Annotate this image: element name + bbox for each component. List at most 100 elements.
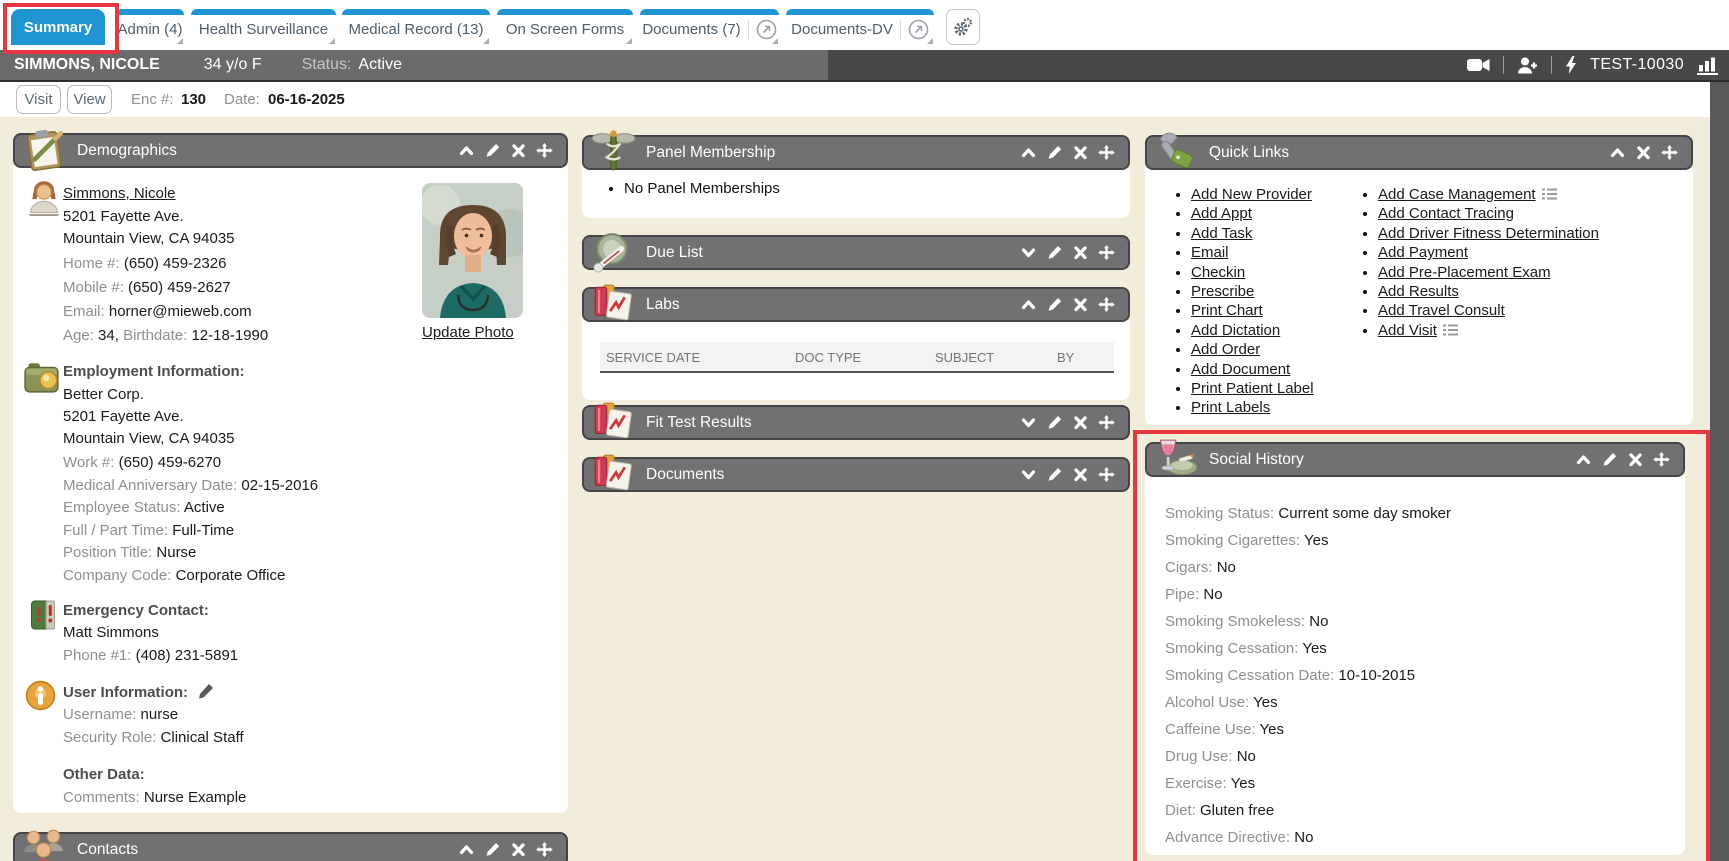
edit-icon[interactable] bbox=[1601, 452, 1618, 467]
social-history-header[interactable]: Social History bbox=[1145, 442, 1685, 477]
list-menu-icon[interactable] bbox=[1442, 323, 1459, 337]
quick-link-item[interactable]: Add Appt bbox=[1191, 204, 1376, 223]
patient-summary-strip: SIMMONS, NICOLE 34 y/o F Status: Active bbox=[0, 50, 828, 80]
video-camera-icon[interactable] bbox=[1467, 58, 1490, 72]
close-icon[interactable] bbox=[510, 143, 527, 158]
tab-medical-record[interactable]: Medical Record (13) bbox=[342, 9, 490, 45]
quick-link-item[interactable]: Print Labels bbox=[1191, 398, 1376, 417]
tab-on-screen-forms[interactable]: On Screen Forms bbox=[497, 9, 633, 45]
quick-link-item[interactable]: Add Pre-Placement Exam bbox=[1378, 263, 1698, 282]
labs-header[interactable]: Labs bbox=[582, 287, 1130, 322]
expand-icon[interactable] bbox=[1020, 415, 1037, 430]
tab-menu-notch bbox=[772, 38, 778, 44]
edit-icon[interactable] bbox=[484, 143, 501, 158]
quick-links-body: Add New Provider Add Appt Add Task Email… bbox=[1145, 168, 1693, 425]
quick-link-item[interactable]: Add Payment bbox=[1378, 243, 1698, 262]
quick-link-item[interactable]: Email bbox=[1191, 243, 1376, 262]
quick-links-header[interactable]: Quick Links bbox=[1145, 135, 1693, 170]
list-menu-icon[interactable] bbox=[1541, 187, 1558, 201]
move-icon[interactable] bbox=[1653, 452, 1670, 467]
security-role-value: Clinical Staff bbox=[161, 729, 244, 746]
collapsed-side-strip[interactable] bbox=[1710, 82, 1729, 861]
quick-link-item[interactable]: Add Travel Consult bbox=[1378, 301, 1698, 320]
close-icon[interactable] bbox=[1627, 452, 1644, 467]
company-code-value: Corporate Office bbox=[176, 567, 286, 584]
edit-icon[interactable] bbox=[484, 842, 501, 857]
bar-chart-icon[interactable] bbox=[1697, 56, 1720, 75]
edit-icon[interactable] bbox=[1046, 467, 1063, 482]
labs-title: Labs bbox=[646, 296, 680, 314]
separator bbox=[1503, 56, 1504, 74]
view-button[interactable]: View bbox=[67, 85, 112, 114]
edit-icon[interactable] bbox=[1046, 415, 1063, 430]
lightning-icon[interactable] bbox=[1565, 56, 1577, 74]
quick-link-item[interactable]: Add Results bbox=[1378, 282, 1698, 301]
external-link-icon[interactable] bbox=[908, 19, 929, 40]
collapse-icon[interactable] bbox=[1020, 145, 1037, 160]
move-icon[interactable] bbox=[536, 143, 553, 158]
quick-link-item[interactable]: Add Driver Fitness Determination bbox=[1378, 224, 1698, 243]
update-photo-link[interactable]: Update Photo bbox=[422, 324, 514, 341]
quick-link-item[interactable]: Add Document bbox=[1191, 360, 1376, 379]
patient-id: TEST-10030 bbox=[1590, 56, 1684, 74]
visit-button[interactable]: Visit bbox=[16, 85, 61, 114]
close-icon[interactable] bbox=[1072, 467, 1089, 482]
external-link-icon[interactable] bbox=[756, 19, 777, 40]
tab-admin[interactable]: Admin (4) bbox=[116, 9, 184, 45]
close-icon[interactable] bbox=[510, 842, 527, 857]
quick-link-item[interactable]: Add Order bbox=[1191, 340, 1376, 359]
edit-icon[interactable] bbox=[1046, 145, 1063, 160]
quick-link-item[interactable]: Add New Provider bbox=[1191, 185, 1376, 204]
collapse-icon[interactable] bbox=[1609, 145, 1626, 160]
quick-link-item[interactable]: Add Dictation bbox=[1191, 321, 1376, 340]
close-icon[interactable] bbox=[1072, 297, 1089, 312]
close-icon[interactable] bbox=[1635, 145, 1652, 160]
tab-summary[interactable]: Summary bbox=[11, 9, 105, 45]
tab-settings-button[interactable] bbox=[946, 9, 980, 45]
demographics-panel-header[interactable]: Demographics bbox=[13, 133, 568, 168]
expand-icon[interactable] bbox=[1020, 467, 1037, 482]
quick-link-item[interactable]: Checkin bbox=[1191, 263, 1376, 282]
move-icon[interactable] bbox=[1098, 415, 1115, 430]
collapse-icon[interactable] bbox=[1575, 452, 1592, 467]
quick-link-item[interactable]: Add Case Management bbox=[1378, 185, 1698, 204]
add-user-icon[interactable] bbox=[1517, 57, 1538, 74]
move-icon[interactable] bbox=[1098, 245, 1115, 260]
move-icon[interactable] bbox=[1098, 297, 1115, 312]
close-icon[interactable] bbox=[1072, 245, 1089, 260]
quick-link-item[interactable]: Add Task bbox=[1191, 224, 1376, 243]
collapse-icon[interactable] bbox=[458, 842, 475, 857]
close-icon[interactable] bbox=[1072, 145, 1089, 160]
move-icon[interactable] bbox=[536, 842, 553, 857]
quick-link-item[interactable]: Print Chart bbox=[1191, 301, 1376, 320]
tab-documents-dv[interactable]: Documents-DV bbox=[786, 9, 934, 45]
quick-link-item[interactable]: Add Visit bbox=[1378, 321, 1698, 340]
close-icon[interactable] bbox=[1072, 415, 1089, 430]
move-icon[interactable] bbox=[1661, 145, 1678, 160]
fit-test-results-header[interactable]: Fit Test Results bbox=[582, 405, 1130, 440]
quick-link-item[interactable]: Prescribe bbox=[1191, 282, 1376, 301]
birthdate-value: 12-18-1990 bbox=[191, 327, 268, 344]
collapse-icon[interactable] bbox=[458, 143, 475, 158]
patient-photo[interactable] bbox=[422, 183, 523, 318]
move-icon[interactable] bbox=[1098, 145, 1115, 160]
edit-icon[interactable] bbox=[1046, 297, 1063, 312]
patient-name-link[interactable]: Simmons, Nicole bbox=[63, 185, 176, 202]
expand-icon[interactable] bbox=[1020, 245, 1037, 260]
contacts-panel-header[interactable]: Contacts bbox=[13, 832, 568, 861]
collapse-icon[interactable] bbox=[1020, 297, 1037, 312]
emergency-contact-icon bbox=[27, 599, 59, 631]
move-icon[interactable] bbox=[1098, 467, 1115, 482]
edit-icon[interactable] bbox=[1046, 245, 1063, 260]
quick-link: Print Labels bbox=[1191, 399, 1270, 416]
edit-pencil-icon[interactable] bbox=[198, 683, 214, 699]
tab-health-surveillance[interactable]: Health Surveillance bbox=[191, 9, 336, 45]
quick-link-item[interactable]: Add Contact Tracing bbox=[1378, 204, 1698, 223]
labs-col-service-date: SERVICE DATE bbox=[606, 350, 700, 365]
quick-link-item[interactable]: Print Patient Label bbox=[1191, 379, 1376, 398]
tab-documents[interactable]: Documents (7) bbox=[640, 9, 779, 45]
documents-panel-header[interactable]: Documents bbox=[582, 457, 1130, 492]
due-list-header[interactable]: Due List bbox=[582, 235, 1130, 270]
tab-menu-notch bbox=[483, 38, 489, 44]
panel-membership-header[interactable]: Panel Membership bbox=[582, 135, 1130, 170]
